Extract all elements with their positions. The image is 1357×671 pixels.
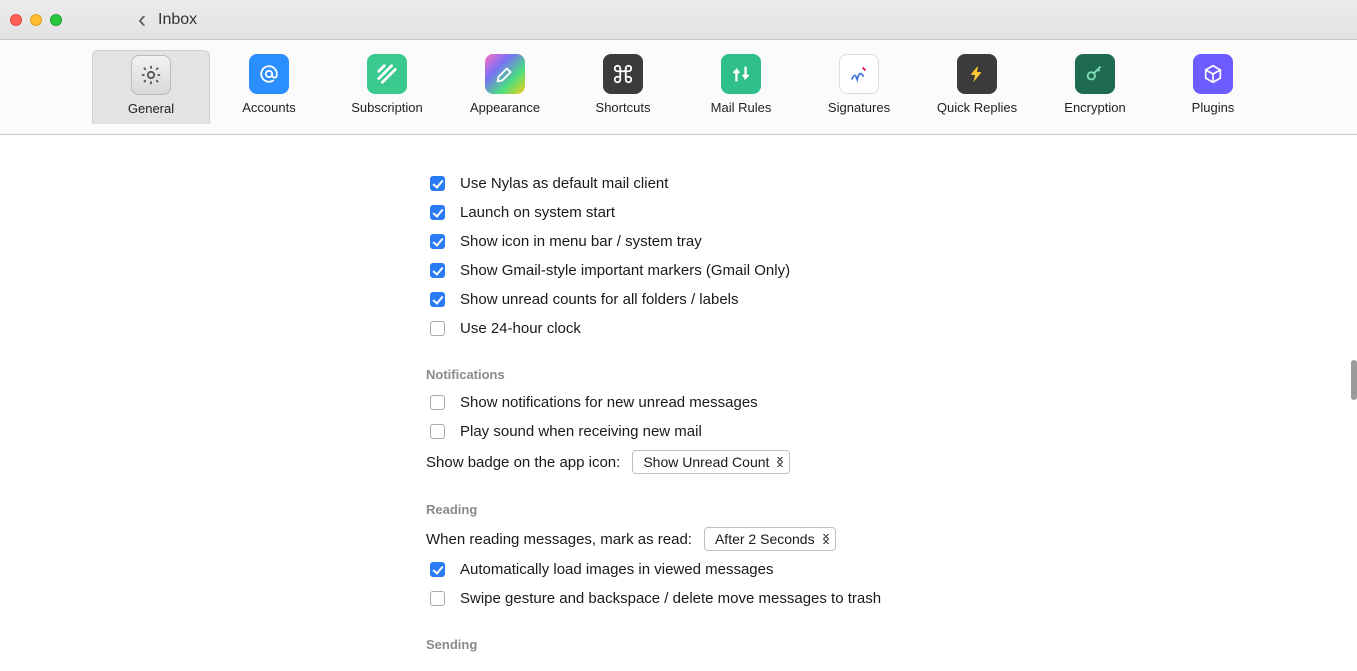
tab-signatures[interactable]: Signatures <box>800 50 918 123</box>
setting-label: Show notifications for new unread messag… <box>460 394 758 411</box>
preferences-content: Use Nylas as default mail client Launch … <box>0 135 1357 671</box>
setting-row: Show icon in menu bar / system tray <box>426 231 1046 252</box>
setting-row: Automatically load images in viewed mess… <box>426 559 1046 580</box>
gear-icon <box>131 55 171 95</box>
setting-row: Show badge on the app icon: Show Unread … <box>426 450 1046 474</box>
scrollbar-thumb[interactable] <box>1351 360 1357 400</box>
tab-mail-rules[interactable]: Mail Rules <box>682 50 800 123</box>
back-chevron-icon[interactable]: ‹ <box>138 8 146 32</box>
preferences-tabbar: General Accounts Subscription Appearance… <box>0 40 1357 135</box>
setting-label: Show Gmail-style important markers (Gmai… <box>460 262 790 279</box>
setting-row: Show Gmail-style important markers (Gmai… <box>426 260 1046 281</box>
tab-shortcuts[interactable]: Shortcuts <box>564 50 682 123</box>
window-traffic-lights <box>10 14 62 26</box>
tab-label: Appearance <box>470 100 540 115</box>
setting-label: Use 24-hour clock <box>460 320 581 337</box>
tab-quick-replies[interactable]: Quick Replies <box>918 50 1036 123</box>
tab-label: General <box>128 101 174 116</box>
tab-accounts[interactable]: Accounts <box>210 50 328 123</box>
select-badge-mode[interactable]: Show Unread Count <box>632 450 790 474</box>
setting-row: Swipe gesture and backspace / delete mov… <box>426 588 1046 609</box>
checkbox-24h-clock[interactable] <box>430 321 445 336</box>
checkbox-auto-load-images[interactable] <box>430 562 445 577</box>
setting-label: Show unread counts for all folders / lab… <box>460 291 739 308</box>
section-heading-reading: Reading <box>426 502 1046 517</box>
setting-label: Automatically load images in viewed mess… <box>460 561 773 578</box>
setting-row: Use Nylas as default mail client <box>426 173 1046 194</box>
setting-label: Swipe gesture and backspace / delete mov… <box>460 590 881 607</box>
tab-label: Encryption <box>1064 100 1125 115</box>
setting-row: Show notifications for new unread messag… <box>426 392 1046 413</box>
stripes-icon <box>367 54 407 94</box>
checkbox-play-sound[interactable] <box>430 424 445 439</box>
tab-label: Mail Rules <box>711 100 772 115</box>
checkbox-launch-on-start[interactable] <box>430 205 445 220</box>
checkbox-gmail-important-markers[interactable] <box>430 263 445 278</box>
window-title: Inbox <box>158 11 197 29</box>
window-close-button[interactable] <box>10 14 22 26</box>
key-icon <box>1075 54 1115 94</box>
general-settings-section: Use Nylas as default mail client Launch … <box>426 173 1046 652</box>
checkbox-show-notifications[interactable] <box>430 395 445 410</box>
tab-subscription[interactable]: Subscription <box>328 50 446 123</box>
setting-row: Play sound when receiving new mail <box>426 421 1046 442</box>
window-minimize-button[interactable] <box>30 14 42 26</box>
setting-label: Play sound when receiving new mail <box>460 423 702 440</box>
checkbox-default-mail-client[interactable] <box>430 176 445 191</box>
window-titlebar: ‹ Inbox <box>0 0 1357 40</box>
section-heading-notifications: Notifications <box>426 367 1046 382</box>
pen-signature-icon <box>839 54 879 94</box>
window-zoom-button[interactable] <box>50 14 62 26</box>
arrows-split-icon <box>721 54 761 94</box>
setting-row: When reading messages, mark as read: Aft… <box>426 527 1046 551</box>
checkbox-swipe-delete-trash[interactable] <box>430 591 445 606</box>
section-heading-sending: Sending <box>426 637 1046 652</box>
checkbox-menubar-icon[interactable] <box>430 234 445 249</box>
setting-label: Launch on system start <box>460 204 615 221</box>
tab-label: Accounts <box>242 100 295 115</box>
checkbox-unread-counts[interactable] <box>430 292 445 307</box>
at-sign-icon <box>249 54 289 94</box>
tab-label: Subscription <box>351 100 423 115</box>
tab-label: Signatures <box>828 100 890 115</box>
cube-icon <box>1193 54 1233 94</box>
tab-label: Shortcuts <box>596 100 651 115</box>
tab-encryption[interactable]: Encryption <box>1036 50 1154 123</box>
setting-row: Use 24-hour clock <box>426 318 1046 339</box>
setting-label: Use Nylas as default mail client <box>460 175 668 192</box>
setting-row: Launch on system start <box>426 202 1046 223</box>
mark-read-label: When reading messages, mark as read: <box>426 531 692 548</box>
command-key-icon <box>603 54 643 94</box>
badge-label: Show badge on the app icon: <box>426 454 620 471</box>
tab-label: Quick Replies <box>937 100 1017 115</box>
tab-general[interactable]: General <box>92 50 210 124</box>
tab-label: Plugins <box>1192 100 1235 115</box>
setting-row: Show unread counts for all folders / lab… <box>426 289 1046 310</box>
tab-plugins[interactable]: Plugins <box>1154 50 1272 123</box>
paintbrush-icon <box>485 54 525 94</box>
lightning-reply-icon <box>957 54 997 94</box>
tab-appearance[interactable]: Appearance <box>446 50 564 123</box>
setting-label: Show icon in menu bar / system tray <box>460 233 702 250</box>
select-mark-read-delay[interactable]: After 2 Seconds <box>704 527 836 551</box>
